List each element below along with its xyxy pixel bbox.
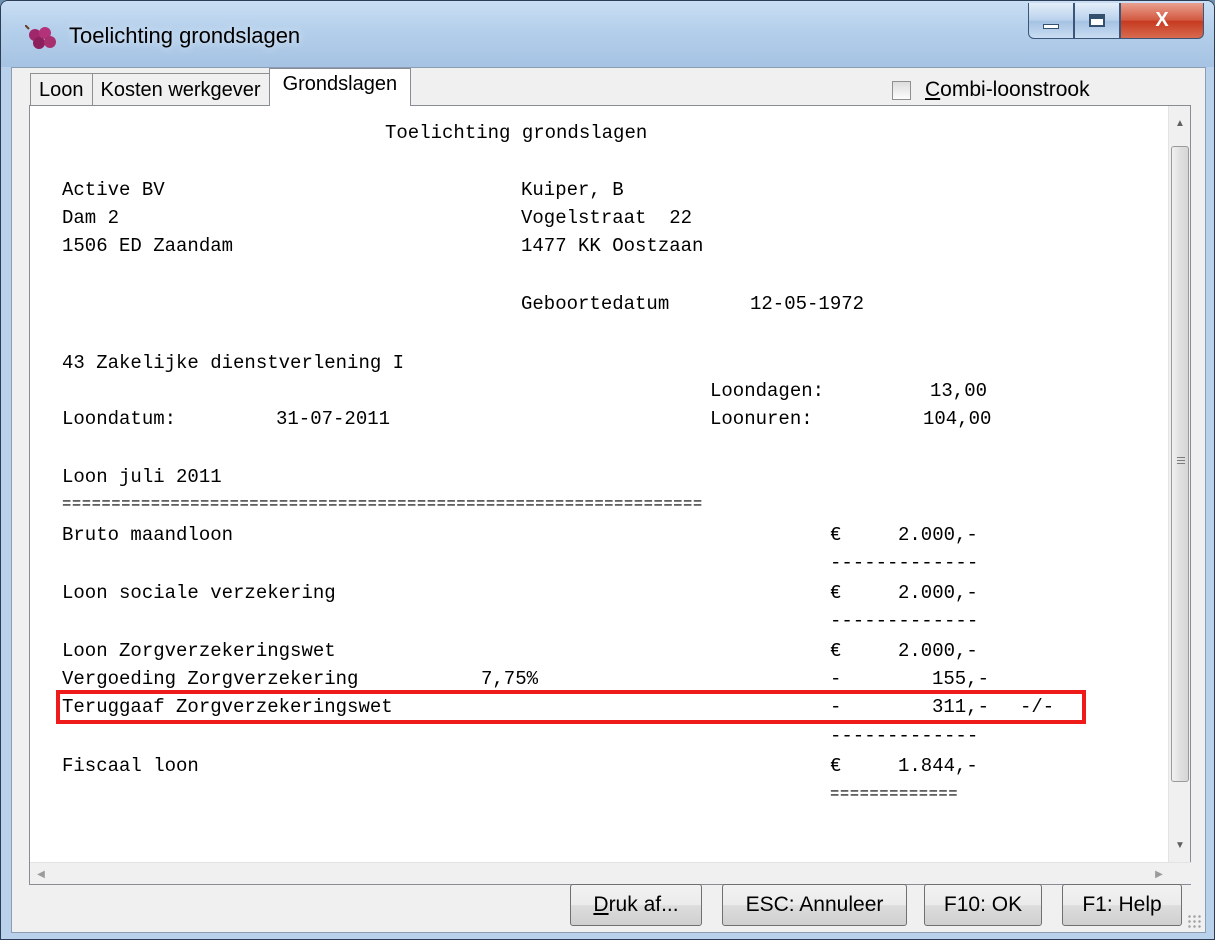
vergoeding-percentage: 7,75% <box>481 668 539 690</box>
button-bar: Druk af... ESC: Annuleer F10: OK F1: Hel… <box>12 884 1205 932</box>
minimize-button[interactable] <box>1028 3 1074 39</box>
employer-city: 1506 ED Zaandam <box>62 235 234 257</box>
sv-amount: 2.000,- <box>898 582 978 604</box>
combi-label-rest: ombi-loonstrook <box>940 78 1090 101</box>
cancel-button[interactable]: ESC: Annuleer <box>722 884 907 926</box>
vergoeding-label: Vergoeding Zorgverzekering <box>62 668 359 690</box>
help-button[interactable]: F1: Help <box>1062 884 1182 926</box>
tab-loon[interactable]: Loon <box>30 73 93 106</box>
scroll-up-icon[interactable]: ▲ <box>1169 106 1191 140</box>
ok-button[interactable]: F10: OK <box>924 884 1042 926</box>
loondatum-label: Loondatum: <box>62 408 177 430</box>
loonuren-label: Loonuren: <box>710 408 813 430</box>
sector-line: 43 Zakelijke dienstverlening I <box>62 352 405 374</box>
close-icon: X <box>1155 9 1169 31</box>
close-button[interactable]: X <box>1120 3 1204 39</box>
combi-accel-letter: C <box>925 78 941 101</box>
horizontal-scrollbar[interactable]: ◀ ▶ <box>30 862 1192 884</box>
grip-icon <box>1177 457 1185 465</box>
dialog-client: Loon Kosten werkgever Grondslagen Combi-… <box>11 67 1206 933</box>
birth-date-value: 12-05-1972 <box>750 293 865 315</box>
employer-name: Active BV <box>62 179 165 201</box>
resize-grip-icon[interactable] <box>1187 914 1201 928</box>
sv-currency: € <box>830 582 842 604</box>
combi-loonstrook-checkbox[interactable] <box>892 80 911 100</box>
loonuren-value: 104,00 <box>923 408 992 430</box>
zvw-amount: 2.000,- <box>898 640 978 662</box>
print-accel-letter: D <box>593 893 609 916</box>
scroll-down-icon[interactable]: ▼ <box>1169 828 1191 862</box>
window-controls: X <box>1028 3 1204 39</box>
employee-street: Vogelstraat 22 <box>521 207 693 229</box>
scroll-thumb[interactable] <box>1171 146 1189 782</box>
bruto-currency: € <box>830 524 842 546</box>
combi-loonstrook-toggle[interactable]: Combi-loonstrook <box>892 78 1090 102</box>
scroll-right-icon[interactable]: ▶ <box>1148 863 1170 885</box>
loondatum-value: 31-07-2011 <box>276 408 391 430</box>
vertical-scrollbar[interactable]: ▲ ▼ <box>1168 106 1190 862</box>
highlight-box <box>56 690 1086 724</box>
maximize-icon <box>1089 14 1105 27</box>
end-rule: ============= <box>830 785 959 803</box>
print-label-rest: ruk af... <box>608 893 679 916</box>
tab-kosten-werkgever[interactable]: Kosten werkgever <box>91 73 270 106</box>
loondagen-value: 13,00 <box>930 380 988 402</box>
report-document: Toelichting grondslagen Active BV Dam 2 … <box>30 106 1170 862</box>
zvw-label: Loon Zorgverzekeringswet <box>62 640 336 662</box>
employee-city: 1477 KK Oostzaan <box>521 235 704 257</box>
dialog-window: Toelichting grondslagen X Loon Kosten we… <box>0 0 1215 940</box>
scroll-left-icon[interactable]: ◀ <box>30 863 52 885</box>
combi-loonstrook-label: Combi-loonstrook <box>925 78 1090 102</box>
vergoeding-sign: - <box>830 668 842 690</box>
window-title: Toelichting grondslagen <box>69 23 301 48</box>
fiscaal-amount: 1.844,- <box>898 755 978 777</box>
vergoeding-amount: 155,- <box>932 668 990 690</box>
tab-grondslagen[interactable]: Grondslagen <box>268 68 412 106</box>
title-bar[interactable]: Toelichting grondslagen X <box>1 1 1214 67</box>
period-title: Loon juli 2011 <box>62 466 222 488</box>
print-button[interactable]: Druk af... <box>570 884 702 926</box>
minimize-icon <box>1043 24 1059 29</box>
fiscaal-subtotal-rule: ------------- <box>830 725 979 747</box>
sv-label: Loon sociale verzekering <box>62 582 336 604</box>
maximize-button[interactable] <box>1074 3 1120 39</box>
employee-name: Kuiper, B <box>521 179 624 201</box>
bruto-label: Bruto maandloon <box>62 524 234 546</box>
employer-street: Dam 2 <box>62 207 120 229</box>
grapes-icon <box>25 25 56 49</box>
zvw-currency: € <box>830 640 842 662</box>
double-rule: ========================================… <box>62 495 703 513</box>
tab-panel: Toelichting grondslagen Active BV Dam 2 … <box>29 105 1192 885</box>
fiscaal-label: Fiscaal loon <box>62 755 199 777</box>
birth-date-label: Geboortedatum <box>521 293 670 315</box>
fiscaal-currency: € <box>830 755 842 777</box>
bruto-amount: 2.000,- <box>898 524 978 546</box>
tab-bar: Loon Kosten werkgever Grondslagen <box>30 68 412 106</box>
sv-subtotal-rule: ------------- <box>830 610 979 632</box>
report-title: Toelichting grondslagen <box>385 122 648 144</box>
bruto-subtotal-rule: ------------- <box>830 552 979 574</box>
loondagen-label: Loondagen: <box>710 380 825 402</box>
